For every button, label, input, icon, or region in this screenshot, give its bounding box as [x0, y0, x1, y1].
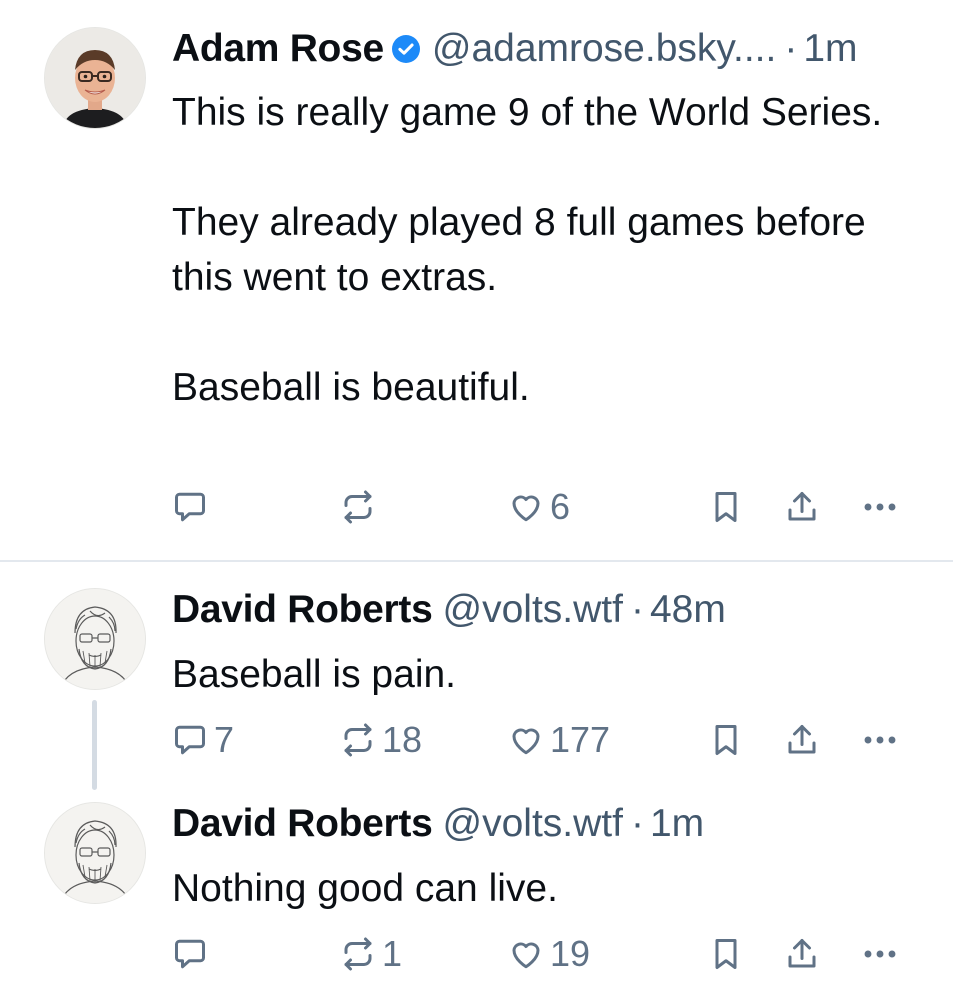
post-actions: 7 18 177 — [172, 717, 912, 763]
repost-icon — [340, 489, 376, 525]
post-text: Nothing good can live. — [172, 861, 893, 916]
like-count: 177 — [550, 719, 611, 760]
avatar-image — [45, 28, 145, 128]
reply-button[interactable] — [172, 484, 214, 530]
more-options-button[interactable] — [860, 931, 900, 977]
reply-icon — [172, 936, 208, 972]
author-name[interactable]: David Roberts — [172, 801, 433, 847]
share-button[interactable] — [784, 931, 820, 977]
post-actions: 6 — [172, 484, 912, 530]
repost-count: 1 — [382, 933, 403, 974]
reply-button[interactable] — [172, 931, 214, 977]
bookmark-button[interactable] — [708, 484, 744, 530]
avatar[interactable] — [44, 802, 146, 904]
post-actions: 1 19 — [172, 931, 912, 977]
post-divider — [0, 560, 953, 562]
reply-icon — [172, 722, 208, 758]
more-options-button[interactable] — [860, 484, 900, 530]
reply-icon — [172, 489, 208, 525]
like-button[interactable]: 6 — [508, 484, 570, 530]
like-icon — [508, 489, 544, 525]
post-header: David Roberts @volts.wtf · 48m — [172, 587, 919, 633]
post-header: Adam Rose @adamrose.bsky.... · 1m — [172, 26, 919, 72]
avatar-image — [45, 803, 145, 903]
more-icon — [860, 936, 900, 972]
share-button[interactable] — [784, 717, 820, 763]
author-name[interactable]: David Roberts — [172, 587, 433, 633]
meta-separator: · — [784, 27, 798, 70]
bookmark-button[interactable] — [708, 717, 744, 763]
repost-button[interactable] — [340, 484, 382, 530]
like-icon — [508, 936, 544, 972]
meta-separator: · — [630, 588, 644, 631]
post-timestamp[interactable]: 48m — [650, 587, 726, 633]
post-paragraph: This is really game 9 of the World Serie… — [172, 91, 883, 134]
author-handle[interactable]: @volts.wtf — [443, 801, 623, 847]
avatar-image — [45, 589, 145, 689]
bookmark-icon — [708, 936, 744, 972]
avatar[interactable] — [44, 588, 146, 690]
like-count: 6 — [550, 486, 571, 527]
author-handle[interactable]: @volts.wtf — [443, 587, 623, 633]
meta-separator: · — [630, 802, 644, 845]
post-timestamp[interactable]: 1m — [803, 26, 857, 72]
author-name[interactable]: Adam Rose — [172, 26, 384, 72]
post-paragraph: Baseball is beautiful. — [172, 366, 530, 409]
post-paragraph: Nothing good can live. — [172, 867, 558, 910]
more-icon — [860, 489, 900, 525]
share-icon — [784, 936, 820, 972]
post-header: David Roberts @volts.wtf · 1m — [172, 801, 919, 847]
like-icon — [508, 722, 544, 758]
repost-icon — [340, 936, 376, 972]
post-timestamp[interactable]: 1m — [650, 801, 704, 847]
more-icon — [860, 722, 900, 758]
verified-badge-icon — [391, 35, 420, 63]
repost-icon — [340, 722, 376, 758]
post-text: This is really game 9 of the World Serie… — [172, 85, 893, 415]
feed: Adam Rose @adamrose.bsky.... · 1m This i… — [0, 0, 953, 1000]
repost-button[interactable]: 1 — [340, 931, 402, 977]
reply-count: 7 — [214, 719, 235, 760]
reply-button[interactable]: 7 — [172, 717, 234, 763]
share-icon — [784, 489, 820, 525]
repost-button[interactable]: 18 — [340, 717, 422, 763]
like-button[interactable]: 19 — [508, 931, 590, 977]
share-icon — [784, 722, 820, 758]
bookmark-icon — [708, 489, 744, 525]
post-paragraph: Baseball is pain. — [172, 653, 457, 696]
more-options-button[interactable] — [860, 717, 900, 763]
repost-count: 18 — [382, 719, 423, 760]
post-text: Baseball is pain. — [172, 647, 893, 702]
bookmark-button[interactable] — [708, 931, 744, 977]
post-paragraph: They already played 8 full games before … — [172, 201, 866, 299]
share-button[interactable] — [784, 484, 820, 530]
author-handle[interactable]: @adamrose.bsky.... — [432, 26, 777, 72]
like-button[interactable]: 177 — [508, 717, 610, 763]
bookmark-icon — [708, 722, 744, 758]
avatar[interactable] — [44, 27, 146, 129]
like-count: 19 — [550, 933, 591, 974]
thread-connector-line — [92, 700, 97, 790]
